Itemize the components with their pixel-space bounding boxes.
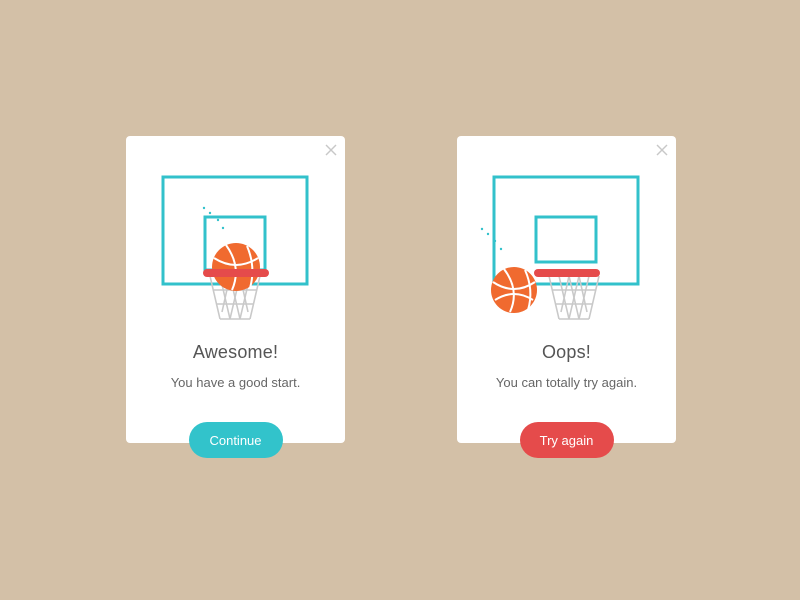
close-button[interactable] bbox=[656, 144, 668, 156]
success-dialog: Awesome! You have a good start. Continue bbox=[126, 136, 345, 458]
dialog-title: Awesome! bbox=[192, 342, 279, 362]
rim-icon bbox=[534, 269, 600, 277]
failure-dialog: Oops! You can totally try again. Try aga… bbox=[457, 136, 676, 458]
continue-button[interactable]: Continue bbox=[188, 422, 283, 458]
basketball-icon bbox=[212, 243, 260, 291]
net-icon bbox=[548, 275, 600, 320]
try-again-button[interactable]: Try again bbox=[519, 422, 614, 458]
close-icon bbox=[325, 144, 337, 156]
motion-trail-icon bbox=[480, 227, 503, 251]
dialog-message: You have a good start. bbox=[170, 375, 301, 390]
stage: Awesome! You have a good start. Continue bbox=[0, 0, 800, 600]
basketball-hoop-illustration bbox=[480, 172, 647, 322]
dialog-title: Oops! bbox=[541, 342, 592, 362]
basketball-hoop-illustration bbox=[156, 172, 316, 322]
basketball-icon bbox=[491, 267, 537, 313]
close-button[interactable] bbox=[325, 144, 337, 156]
dialog-message: You can totally try again. bbox=[495, 375, 638, 390]
rim-icon bbox=[203, 269, 269, 277]
backboard-target-icon bbox=[534, 215, 598, 264]
close-icon bbox=[656, 144, 668, 156]
